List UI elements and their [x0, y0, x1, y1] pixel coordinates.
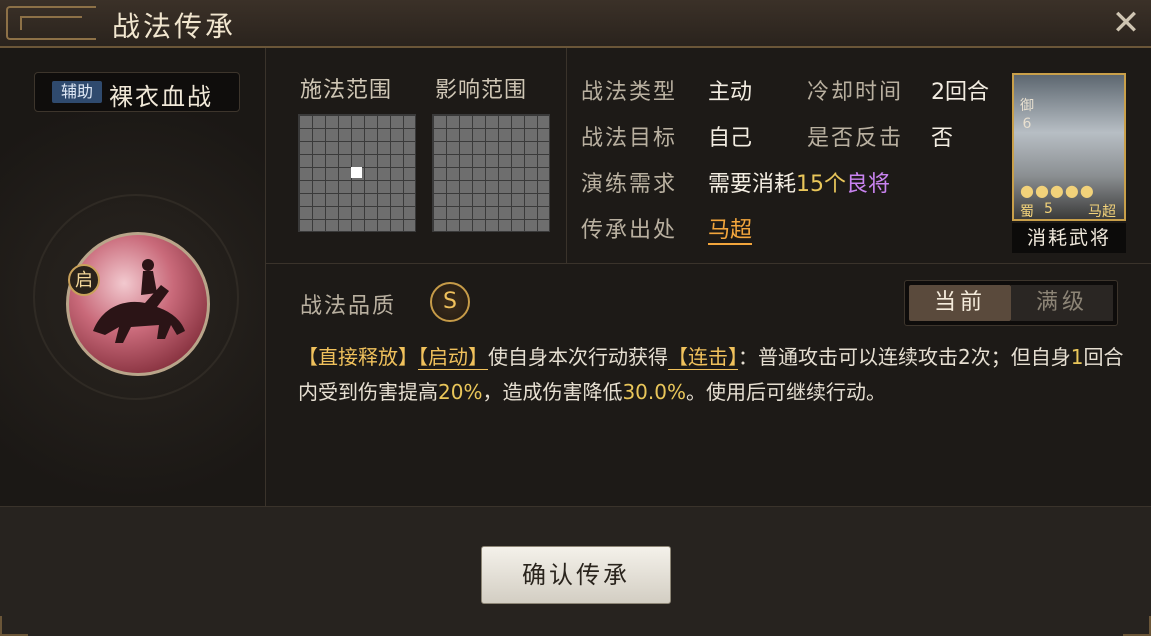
title-bar: 战法传承 ✕ [0, 0, 1151, 48]
hero-name: 马超 [1088, 204, 1116, 220]
origin-label: 传承出处 [581, 218, 678, 243]
title-ornament [6, 6, 96, 40]
desc-num-3: 30.0% [622, 380, 686, 404]
corner-ornament-right [1123, 616, 1151, 636]
desc-text-1: 使自身本次行动获得 [488, 345, 668, 369]
cast-range-label: 施法范围 [300, 78, 393, 103]
origin-value[interactable]: 马超 [708, 212, 753, 245]
skill-info: 战法类型 主动 冷却时间 2回合 战法目标 自己 是否反击 否 演练需求 需要消… [566, 48, 1011, 263]
hero-portrait: 御6 ●●●●● 蜀 5 马超 [1012, 73, 1126, 221]
skill-name-box: 辅助 裸衣血战 [34, 72, 240, 112]
inherit-skill-dialog: 战法传承 ✕ 辅助 裸衣血战 启 施法范围 影响范围 战法类型 主动 冷却时间 … [0, 0, 1151, 636]
cast-range-grid [298, 114, 416, 232]
cooldown-value: 2回合 [931, 80, 989, 105]
start-badge: 启 [68, 264, 100, 296]
drill-prefix: 需要消耗 [708, 172, 797, 197]
counter-value: 否 [931, 126, 954, 151]
hero-faction: 蜀 [1020, 204, 1034, 220]
desc-text-5: 。使用后可继续行动。 [686, 380, 886, 404]
counter-label: 是否反击 [807, 126, 904, 151]
drill-label: 演练需求 [581, 172, 678, 197]
horse-rider-icon [66, 232, 210, 376]
type-value: 主动 [708, 80, 753, 105]
hero-caption: 消耗武将 [1012, 223, 1126, 253]
hero-side: 御6 [1018, 97, 1036, 133]
hero-side-level: 6 [1022, 116, 1032, 132]
cast-range-self-cell [351, 167, 362, 178]
desc-text-4: ，造成伤害降低 [482, 380, 623, 404]
skill-name: 裸衣血战 [109, 83, 213, 111]
drill-value: 需要消耗15个良将 [708, 166, 890, 198]
hero-cost: 5 [1044, 201, 1053, 217]
effect-range-grid [432, 114, 550, 232]
footer: 确认传承 [0, 506, 1151, 636]
desc-num-1: 1 [1070, 345, 1084, 369]
skill-description: 【直接释放】【启动】使自身本次行动获得【连击】：普通攻击可以连续攻击2次；但自身… [298, 340, 1128, 410]
level-toggle: 当前 满级 [904, 280, 1118, 326]
range-panel: 施法范围 影响范围 [266, 48, 567, 263]
hero-side-rank: 御 [1020, 98, 1034, 114]
skill-overview: 辅助 裸衣血战 启 [0, 48, 266, 506]
desc-tag-direct: 【直接释放】 [298, 345, 418, 369]
hero-stars: ●●●●● [1020, 181, 1095, 200]
drill-count: 15个 [796, 172, 847, 197]
hero-card[interactable]: 御6 ●●●●● 蜀 5 马超 消耗武将 [1012, 73, 1126, 253]
dialog-title: 战法传承 [112, 10, 237, 43]
tab-current[interactable]: 当前 [909, 285, 1011, 321]
effect-range-label: 影响范围 [435, 78, 528, 103]
desc-num-2: 20% [438, 380, 483, 404]
desc-text-2: ：普通攻击可以连续攻击2次；但自身 [738, 345, 1071, 369]
quality-badge: S [430, 282, 470, 322]
type-label: 战法类型 [581, 80, 678, 105]
section-divider [266, 263, 1151, 264]
desc-tag-start[interactable]: 【启动】 [418, 345, 488, 370]
role-tag: 辅助 [52, 81, 102, 103]
tab-max-level[interactable]: 满级 [1011, 285, 1113, 321]
desc-tag-combo[interactable]: 【连击】 [668, 345, 738, 370]
cooldown-label: 冷却时间 [807, 80, 904, 105]
drill-quality: 良将 [846, 172, 891, 197]
origin-link[interactable]: 马超 [708, 218, 753, 245]
close-button[interactable]: ✕ [1109, 6, 1143, 40]
dialog-body: 辅助 裸衣血战 启 施法范围 影响范围 战法类型 主动 冷却时间 2回合 战法目… [0, 48, 1151, 636]
target-label: 战法目标 [581, 126, 678, 151]
confirm-inherit-button[interactable]: 确认传承 [481, 546, 671, 604]
corner-ornament-left [0, 616, 28, 636]
target-value: 自己 [708, 126, 753, 151]
quality-label: 战法品质 [300, 294, 397, 319]
